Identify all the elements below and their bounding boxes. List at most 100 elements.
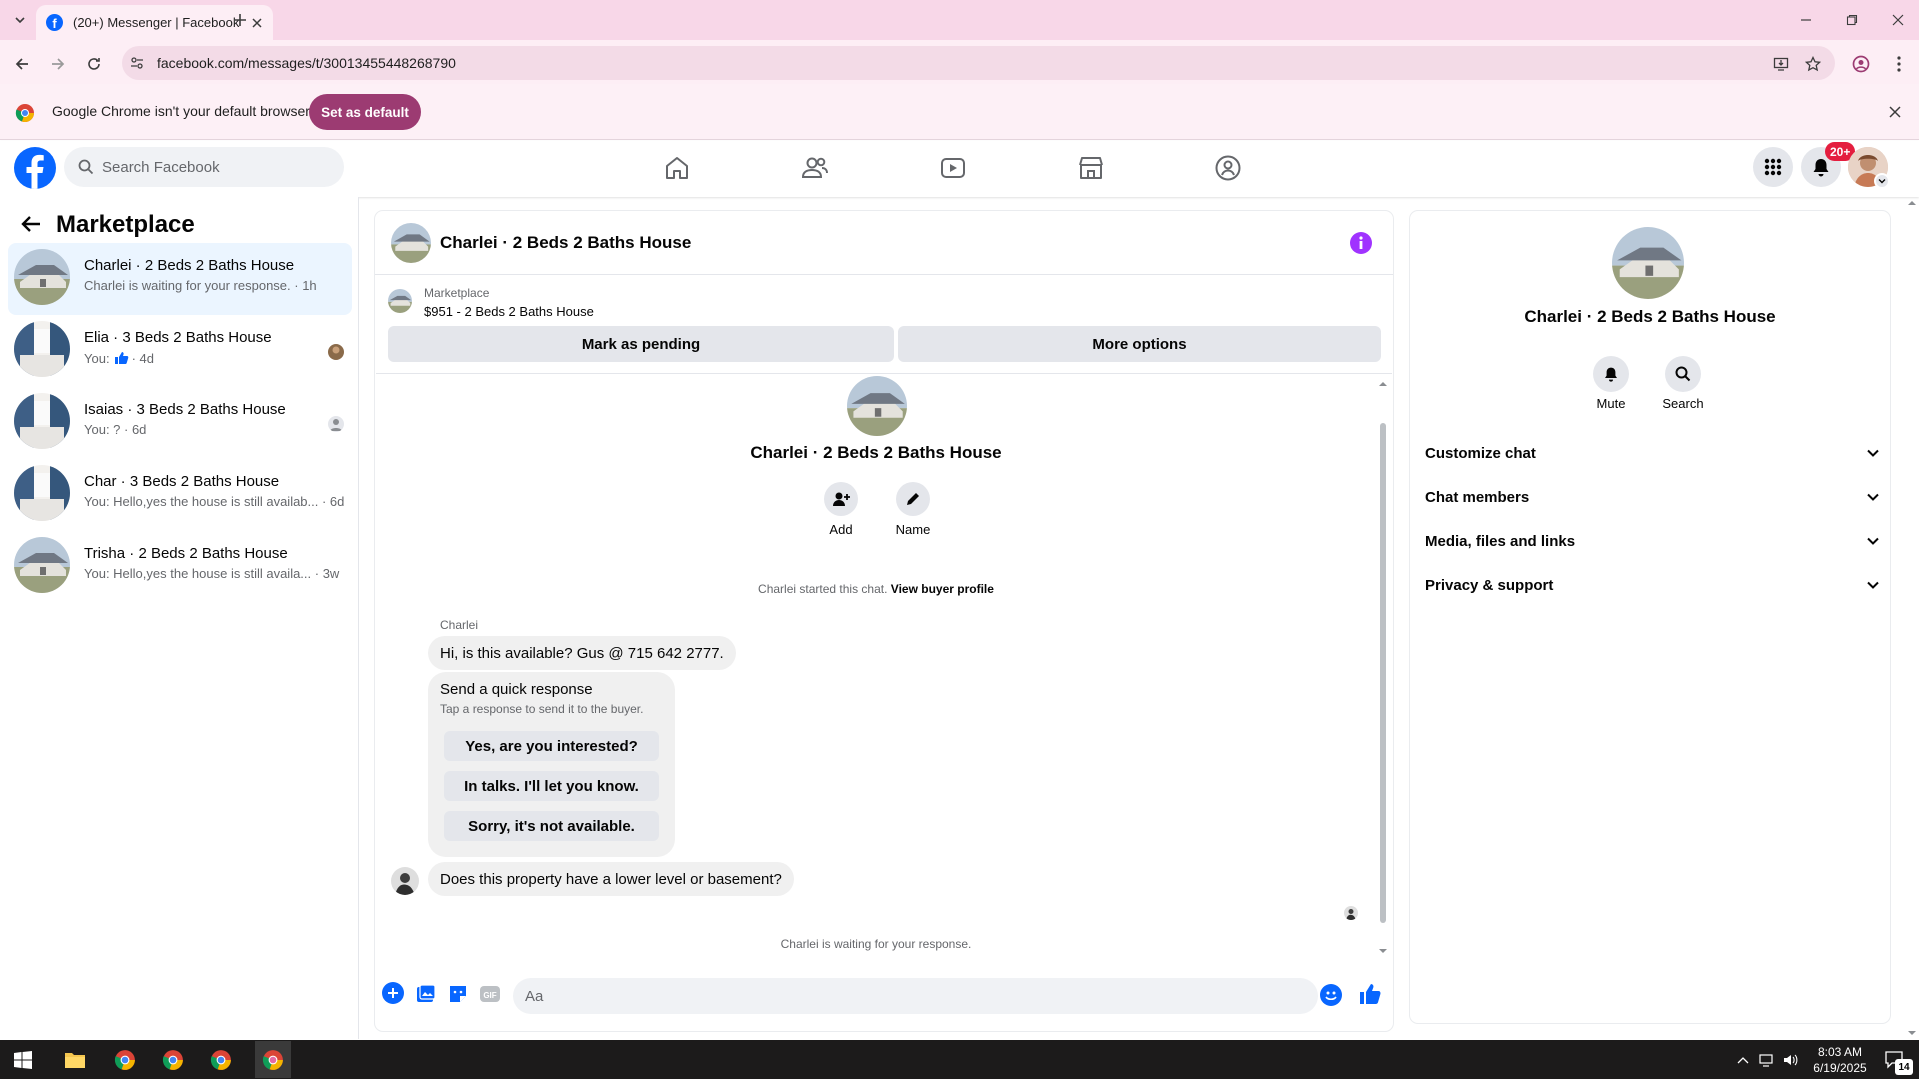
chat-started-text: Charlei started this chat. bbox=[758, 582, 888, 596]
chat-header-avatar[interactable] bbox=[391, 223, 431, 263]
plus-icon[interactable] bbox=[382, 982, 404, 1004]
forward-icon[interactable] bbox=[46, 52, 70, 76]
quick-reply-button[interactable]: In talks. I'll let you know. bbox=[444, 771, 659, 801]
photo-icon[interactable] bbox=[415, 983, 437, 1005]
edit-name-button[interactable] bbox=[896, 482, 930, 516]
chrome-menu-icon[interactable] bbox=[1887, 52, 1911, 76]
mark-as-pending-button[interactable]: Mark as pending bbox=[388, 326, 894, 362]
system-clock[interactable]: 8:03 AM 6/19/2025 bbox=[1800, 1044, 1880, 1076]
section-label: Customize chat bbox=[1425, 444, 1536, 462]
site-info-icon[interactable] bbox=[128, 54, 146, 72]
page-scrollbar[interactable] bbox=[1906, 197, 1918, 1039]
conversation-preview: You: Hello,yes the house is still availa… bbox=[84, 566, 340, 581]
chrome-taskbar-icon[interactable] bbox=[158, 1045, 188, 1075]
default-browser-infobar: Google Chrome isn't your default browser bbox=[0, 84, 1919, 140]
gif-icon[interactable]: GIF bbox=[479, 983, 501, 1005]
conversation-avatar bbox=[847, 376, 907, 436]
quick-reply-button[interactable]: Sorry, it's not available. bbox=[444, 811, 659, 841]
chrome-taskbar-icon[interactable] bbox=[206, 1045, 236, 1075]
name-label: Name bbox=[895, 522, 931, 537]
emoji-icon[interactable] bbox=[1320, 984, 1342, 1006]
pencil-icon bbox=[907, 493, 919, 505]
message-bubble[interactable]: Hi, is this available? Gus @ 715 642 277… bbox=[428, 636, 736, 670]
details-avatar bbox=[1612, 227, 1684, 299]
back-icon[interactable] bbox=[10, 52, 34, 76]
read-receipt-avatar bbox=[1344, 906, 1358, 920]
add-person-button[interactable] bbox=[824, 482, 858, 516]
chrome-active-taskbar-icon[interactable] bbox=[255, 1041, 291, 1078]
listing-thumbnail bbox=[14, 465, 70, 521]
add-label: Add bbox=[829, 522, 853, 537]
search-in-chat-button[interactable] bbox=[1665, 356, 1701, 392]
back-arrow-icon[interactable] bbox=[20, 213, 44, 237]
sticker-icon[interactable] bbox=[447, 983, 469, 1005]
friends-icon[interactable] bbox=[795, 152, 835, 184]
tab-search-icon[interactable] bbox=[8, 8, 32, 32]
conversation-item[interactable]: Elia · 3 Beds 2 Baths House You: · 4d bbox=[8, 315, 352, 387]
conversation-item[interactable]: Isaias · 3 Beds 2 Baths House You: ? · 6… bbox=[8, 387, 352, 459]
waiting-status: Charlei is waiting for your response. bbox=[780, 937, 972, 951]
chat-header-title[interactable]: Charlei · 2 Beds 2 Baths House bbox=[440, 233, 691, 253]
chevron-down-icon bbox=[1867, 581, 1879, 589]
conversation-name: Isaias · 3 Beds 2 Baths House bbox=[84, 401, 286, 418]
chat-details-panel bbox=[1410, 211, 1890, 1023]
chat-scrollbar[interactable] bbox=[1378, 378, 1388, 958]
profile-icon[interactable] bbox=[1849, 52, 1873, 76]
file-explorer-icon[interactable] bbox=[60, 1045, 90, 1075]
bell-icon bbox=[1813, 159, 1829, 177]
conversation-preview: You: Hello,yes the house is still availa… bbox=[84, 494, 345, 509]
chrome-taskbar-icon[interactable] bbox=[110, 1045, 140, 1075]
preview-prefix: You: bbox=[84, 350, 110, 366]
chat-members-section[interactable]: Chat members bbox=[1425, 479, 1880, 515]
minimize-window-icon[interactable] bbox=[1794, 8, 1818, 32]
reload-icon[interactable] bbox=[82, 52, 106, 76]
address-bar[interactable]: facebook.com/messages/t/3001345544826879… bbox=[122, 46, 1835, 80]
menu-grid-button[interactable] bbox=[1753, 147, 1793, 187]
video-icon[interactable] bbox=[933, 152, 973, 184]
conversation-name: Trisha · 2 Beds 2 Baths House bbox=[84, 545, 288, 562]
privacy-support-section[interactable]: Privacy & support bbox=[1425, 567, 1880, 603]
chevron-down-icon bbox=[1867, 493, 1879, 501]
marketplace-icon[interactable] bbox=[1071, 152, 1111, 184]
listing-title[interactable]: $951 - 2 Beds 2 Baths House bbox=[424, 304, 594, 319]
media-files-links-section[interactable]: Media, files and links bbox=[1425, 523, 1880, 559]
sender-avatar[interactable] bbox=[391, 867, 419, 895]
listing-thumbnail bbox=[14, 537, 70, 593]
listing-thumbnail bbox=[14, 321, 70, 377]
conversation-item[interactable]: Trisha · 2 Beds 2 Baths House You: Hello… bbox=[8, 531, 352, 603]
new-tab-icon[interactable] bbox=[228, 8, 252, 32]
windows-start-icon[interactable] bbox=[8, 1045, 38, 1075]
message-input[interactable]: Aa bbox=[513, 978, 1318, 1014]
chat-started-note: Charlei started this chat. View buyer pr… bbox=[576, 582, 1176, 596]
close-tab-icon[interactable] bbox=[251, 17, 263, 29]
conversation-name: Char · 3 Beds 2 Baths House bbox=[84, 473, 280, 490]
account-chevron-icon[interactable] bbox=[1874, 173, 1890, 189]
restore-window-icon[interactable] bbox=[1840, 8, 1864, 32]
like-send-icon[interactable] bbox=[1358, 982, 1382, 1006]
close-infobar-icon[interactable] bbox=[1884, 101, 1906, 123]
conversation-preview: Charlei is waiting for your response. · … bbox=[84, 278, 317, 293]
listing-mini-thumbnail bbox=[388, 289, 412, 313]
message-bubble[interactable]: Does this property have a lower level or… bbox=[428, 862, 794, 896]
clock-date: 6/19/2025 bbox=[1813, 1061, 1867, 1075]
customize-chat-section[interactable]: Customize chat bbox=[1425, 435, 1880, 471]
view-buyer-profile-link[interactable]: View buyer profile bbox=[891, 582, 994, 596]
bookmark-star-icon[interactable] bbox=[1801, 52, 1825, 76]
facebook-logo-icon[interactable] bbox=[14, 147, 56, 189]
home-icon[interactable] bbox=[657, 152, 697, 184]
info-icon[interactable] bbox=[1350, 232, 1372, 254]
conversation-item[interactable]: Charlei · 2 Beds 2 Baths House Charlei i… bbox=[8, 243, 352, 315]
conversation-preview: You: ? · 6d bbox=[84, 422, 147, 437]
quick-response-subtitle: Tap a response to send it to the buyer. bbox=[440, 702, 644, 716]
quick-reply-button[interactable]: Yes, are you interested? bbox=[444, 731, 659, 761]
section-label: Media, files and links bbox=[1425, 532, 1576, 550]
close-window-icon[interactable] bbox=[1886, 8, 1910, 32]
conversation-item[interactable]: Char · 3 Beds 2 Baths House You: Hello,y… bbox=[8, 459, 352, 531]
facebook-search-input[interactable]: Search Facebook bbox=[64, 147, 344, 187]
more-options-button[interactable]: More options bbox=[898, 326, 1381, 362]
set-as-default-button[interactable]: Set as default bbox=[309, 94, 421, 130]
groups-icon[interactable] bbox=[1208, 152, 1248, 184]
install-app-icon[interactable] bbox=[1769, 52, 1793, 76]
mute-button[interactable] bbox=[1593, 356, 1629, 392]
infobar-message: Google Chrome isn't your default browser bbox=[52, 103, 310, 119]
